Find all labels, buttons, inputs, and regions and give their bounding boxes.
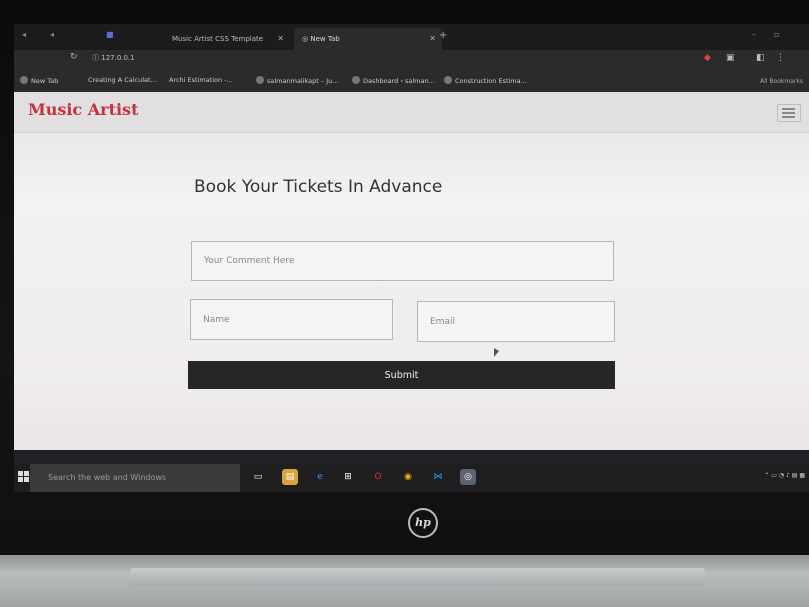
chrome-icon: ◎ bbox=[302, 35, 309, 43]
opera-icon[interactable]: O bbox=[370, 469, 386, 485]
site-brand[interactable]: Music Artist bbox=[28, 100, 138, 119]
reload-icon[interactable]: ↻ bbox=[70, 52, 78, 62]
tab-label: New Tab bbox=[310, 35, 340, 43]
tab-label: Music Artist CSS Template bbox=[172, 35, 264, 43]
site-icon bbox=[444, 76, 452, 84]
hp-logo-icon: hp bbox=[408, 508, 438, 538]
edge-icon[interactable]: e bbox=[312, 469, 328, 485]
comment-input[interactable] bbox=[191, 241, 614, 281]
windows-start-icon[interactable] bbox=[18, 471, 30, 483]
minimize-icon[interactable]: – bbox=[752, 30, 756, 39]
window-menu-icon[interactable]: ◂ bbox=[22, 30, 26, 39]
chrome-window-icon[interactable]: ◎ bbox=[460, 469, 476, 485]
info-icon: ⓘ bbox=[92, 54, 99, 62]
store-icon[interactable]: ⊞ bbox=[340, 469, 356, 485]
bookmark-item[interactable]: Archi Estimation -... bbox=[169, 76, 233, 84]
site-navbar: Music Artist bbox=[14, 92, 809, 133]
task-view-icon[interactable]: ▭ bbox=[250, 469, 266, 485]
tab-new-tab[interactable]: ◎ New Tab ✕ bbox=[294, 28, 442, 50]
wordpress-icon bbox=[352, 76, 360, 84]
bookmark-item[interactable]: Construction Estima... bbox=[444, 76, 527, 85]
web-page: Music Artist Book Your Tickets In Advanc… bbox=[14, 92, 809, 450]
file-explorer-icon[interactable]: ▤ bbox=[282, 469, 298, 485]
hamburger-menu-icon[interactable] bbox=[777, 104, 801, 122]
bookmark-item[interactable]: salmanmalikapt – Ju... bbox=[256, 76, 338, 85]
new-tab-icon[interactable]: + bbox=[439, 30, 447, 41]
profile-icon[interactable]: ■ bbox=[106, 30, 114, 39]
taskbar-search-text: Search the web and Windows bbox=[48, 473, 167, 482]
extension-icon[interactable]: ◆ bbox=[704, 53, 711, 63]
chrome-icon[interactable]: ◉ bbox=[400, 469, 416, 485]
system-tray[interactable]: ⌃ ▭ ◔ ♪ ▤ ▦ bbox=[764, 472, 805, 479]
bookmark-item[interactable]: New Tab bbox=[20, 76, 58, 85]
page-title: Book Your Tickets In Advance bbox=[194, 177, 443, 197]
tab-back-icon[interactable]: ◂ bbox=[50, 30, 54, 39]
tab-strip: ◂ ◂ ■ Music Artist CSS Template ✕ ◎ New … bbox=[14, 24, 809, 50]
taskbar: Search the web and Windows ▭ ▤ e ⊞ O ◉ ⋈… bbox=[14, 464, 809, 492]
menu-icon[interactable]: ⋮ bbox=[776, 53, 785, 63]
all-bookmarks-link[interactable]: All Bookmarks bbox=[760, 78, 803, 85]
close-icon[interactable]: ✕ bbox=[429, 28, 436, 50]
wordpress-icon bbox=[256, 76, 264, 84]
close-icon[interactable]: ✕ bbox=[277, 28, 284, 50]
screen: ◂ ◂ ■ Music Artist CSS Template ✕ ◎ New … bbox=[14, 24, 809, 492]
bookmark-item[interactable]: Dashboard ‹ salman... bbox=[352, 76, 435, 85]
address-bar: ↻ ⓘ 127.0.0.1 ◆ ▣ ◧ ⋮ bbox=[14, 50, 809, 70]
maximize-icon[interactable]: ▫ bbox=[774, 30, 779, 39]
vscode-icon[interactable]: ⋈ bbox=[430, 469, 446, 485]
email-input[interactable] bbox=[417, 301, 615, 342]
bookmarks-bar: New Tab Creating A Calculat... Archi Est… bbox=[14, 70, 809, 93]
mouse-cursor-icon bbox=[494, 348, 499, 357]
chrome-icon bbox=[20, 76, 28, 84]
sidebar-icon[interactable]: ◧ bbox=[756, 53, 765, 63]
url-field[interactable]: ⓘ 127.0.0.1 bbox=[92, 53, 135, 63]
laptop-hinge bbox=[130, 568, 705, 586]
tab-music-artist[interactable]: Music Artist CSS Template ✕ bbox=[164, 28, 290, 50]
taskbar-search[interactable]: Search the web and Windows bbox=[30, 464, 240, 492]
name-input[interactable] bbox=[190, 299, 393, 340]
url-text: 127.0.0.1 bbox=[101, 54, 135, 62]
bookmark-item[interactable]: Creating A Calculat... bbox=[88, 76, 157, 84]
submit-button[interactable]: Submit bbox=[188, 361, 615, 389]
screenshot-icon[interactable]: ▣ bbox=[726, 53, 735, 63]
